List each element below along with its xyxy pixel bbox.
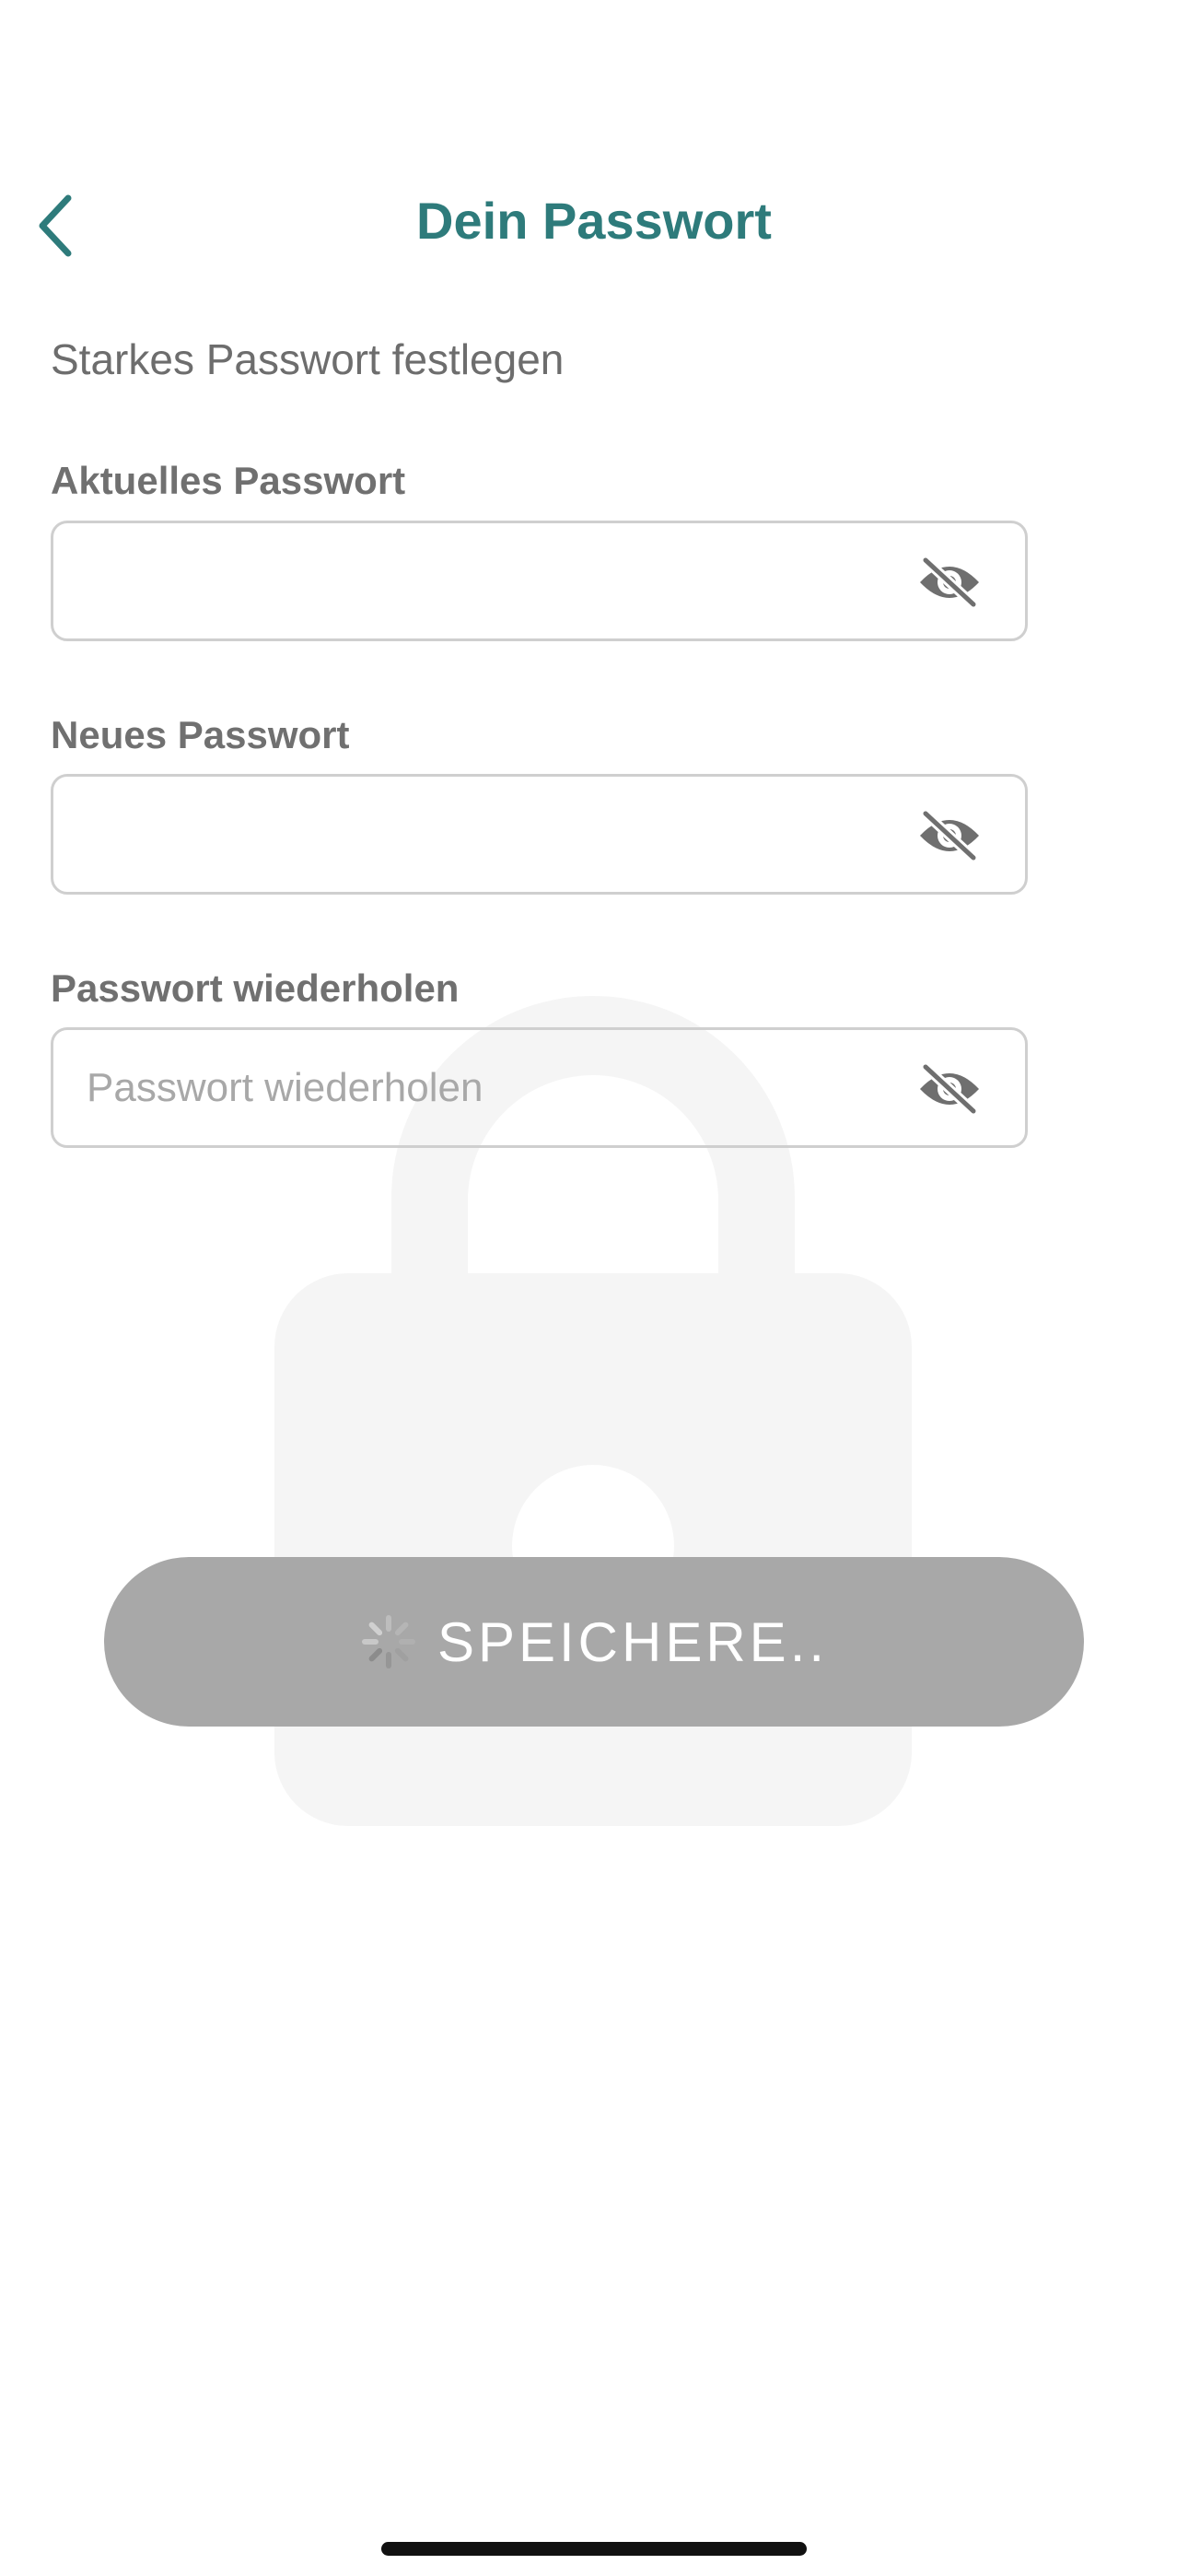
eye-off-icon [920, 556, 979, 608]
toggle-visibility-button[interactable] [916, 556, 983, 608]
page-title: Dein Passwort [416, 192, 772, 250]
repeat-password-label: Passwort wiederholen [51, 966, 460, 1010]
current-password-input[interactable] [87, 523, 896, 638]
toggle-visibility-button[interactable] [916, 810, 983, 861]
repeat-password-input[interactable] [87, 1030, 896, 1145]
change-password-screen: Dein Passwort Starkes Passwort festlegen… [0, 0, 1188, 2576]
new-password-field[interactable] [51, 774, 1028, 895]
home-indicator[interactable] [381, 2542, 807, 2556]
save-button-label: SPEICHERE.. [437, 1610, 829, 1673]
repeat-password-field[interactable] [51, 1027, 1028, 1148]
new-password-input[interactable] [87, 777, 896, 892]
current-password-label: Aktuelles Passwort [51, 459, 406, 502]
page-subtitle: Starkes Passwort festlegen [51, 335, 565, 383]
toggle-visibility-button[interactable] [916, 1063, 983, 1115]
spinner-icon [361, 1615, 415, 1669]
eye-off-icon [920, 1063, 979, 1115]
eye-off-icon [920, 810, 979, 861]
save-button[interactable]: SPEICHERE.. [104, 1557, 1084, 1727]
new-password-label: Neues Passwort [51, 713, 350, 756]
current-password-field[interactable] [51, 521, 1028, 641]
